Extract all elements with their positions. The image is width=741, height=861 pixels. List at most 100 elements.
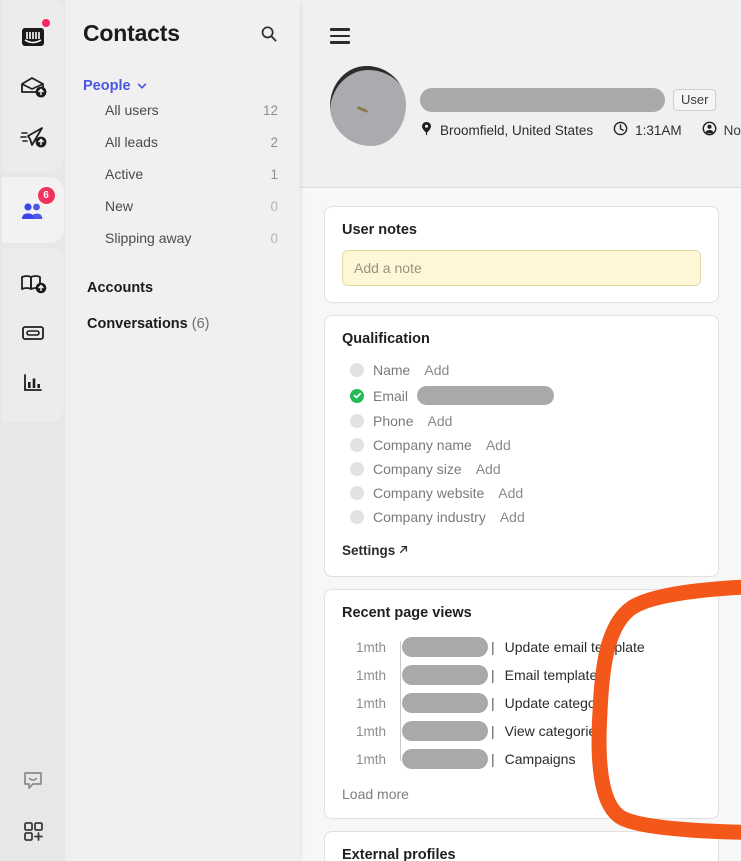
view-url-redacted bbox=[402, 749, 488, 769]
search-icon[interactable] bbox=[258, 23, 280, 45]
sidebar-item-label: Accounts bbox=[87, 280, 154, 296]
qualification-row-email: Email bbox=[342, 382, 701, 409]
qualification-row-company-website: Company website Add bbox=[342, 481, 701, 505]
sidebar-item-active[interactable]: Active 1 bbox=[83, 158, 282, 190]
add-link[interactable]: Add bbox=[476, 461, 501, 477]
load-more-button[interactable]: Load more bbox=[342, 786, 701, 802]
qualification-label: Company website bbox=[373, 485, 485, 501]
view-timestamp: 1mth bbox=[356, 695, 387, 711]
recent-page-views-card: Recent page views 1mth | Update email te… bbox=[324, 589, 719, 819]
view-page-name[interactable]: Update email template bbox=[505, 639, 645, 655]
sidebar-item-label: Slipping away bbox=[105, 230, 192, 246]
page-views-list: 1mth | Update email template 1mth | Emai… bbox=[342, 633, 701, 773]
view-page-name[interactable]: Email templates bbox=[505, 667, 605, 683]
main-content: User Broomfield, United States 1:31AM No… bbox=[300, 0, 741, 861]
qualification-label: Email bbox=[373, 387, 409, 404]
sidebar-item-count: 1 bbox=[270, 166, 278, 182]
view-url-redacted bbox=[402, 721, 488, 741]
contacts-badge: 6 bbox=[37, 187, 55, 204]
profile-details: User Broomfield, United States 1:31AM No bbox=[420, 66, 741, 139]
sidebar-item-apps[interactable] bbox=[9, 805, 57, 855]
add-link[interactable]: Add bbox=[427, 413, 452, 429]
qualification-label: Name bbox=[373, 362, 411, 378]
view-page-name[interactable]: Update category bbox=[505, 695, 608, 711]
qualification-row-company-name: Company name Add bbox=[342, 433, 701, 457]
view-page-name[interactable]: View categories bbox=[505, 723, 604, 739]
sidebar-item-label: Conversations bbox=[87, 316, 188, 332]
status-circle-icon bbox=[350, 363, 364, 377]
view-url-redacted bbox=[402, 693, 488, 713]
status-circle-icon bbox=[350, 462, 364, 476]
banner-card-icon bbox=[21, 326, 44, 340]
globe-user-icon bbox=[702, 121, 717, 139]
add-link[interactable]: Add bbox=[500, 509, 525, 525]
list-item[interactable]: 1mth | Update category bbox=[342, 689, 701, 717]
sidebar-item-knowledge-base[interactable] bbox=[9, 258, 57, 308]
contacts-panel: Contacts People All users 12 All leads 2… bbox=[65, 0, 300, 861]
book-add-icon bbox=[20, 275, 46, 294]
contact-name-redacted bbox=[420, 88, 665, 112]
sidebar-item-count: 2 bbox=[270, 134, 278, 150]
view-separator: | bbox=[491, 751, 495, 767]
panel-header: Contacts bbox=[83, 0, 282, 47]
view-timestamp: 1mth bbox=[356, 639, 387, 655]
view-separator: | bbox=[491, 667, 495, 683]
profile-name-row: User bbox=[420, 88, 741, 112]
external-profiles-card: External profiles bbox=[324, 831, 719, 861]
sidebar-item-slipping-away[interactable]: Slipping away 0 bbox=[83, 222, 282, 254]
sidebar-item-reports[interactable] bbox=[9, 358, 57, 408]
hamburger-menu-icon[interactable] bbox=[330, 28, 352, 44]
app-root: 6 Contacts People All users 12 All leads… bbox=[0, 0, 741, 861]
card-title: External profiles bbox=[342, 847, 456, 861]
apps-grid-add-icon bbox=[23, 822, 43, 841]
sidebar-item-all-users[interactable]: All users 12 bbox=[83, 94, 282, 126]
bar-chart-icon bbox=[23, 374, 42, 391]
contact-location: Broomfield, United States bbox=[440, 122, 594, 138]
view-timestamp: 1mth bbox=[356, 751, 387, 767]
list-item[interactable]: 1mth | Email templates bbox=[342, 661, 701, 689]
sidebar-item-label: All users bbox=[105, 102, 159, 118]
add-link[interactable]: Add bbox=[498, 485, 523, 501]
check-circle-icon bbox=[350, 388, 364, 403]
sidebar-item-inbox-logo[interactable] bbox=[9, 12, 57, 62]
qualification-row-phone: Phone Add bbox=[342, 409, 701, 433]
settings-link[interactable]: Settings bbox=[342, 543, 409, 558]
sidebar-item-accounts[interactable]: Accounts bbox=[83, 270, 282, 306]
add-link[interactable]: Add bbox=[424, 362, 449, 378]
note-input[interactable] bbox=[342, 250, 701, 286]
sidebar-item-label: New bbox=[105, 198, 134, 214]
rail-group-contacts: 6 bbox=[1, 177, 64, 243]
view-page-name[interactable]: Campaigns bbox=[505, 751, 576, 767]
sidebar-item-new[interactable]: New 0 bbox=[83, 190, 282, 222]
qualification-row-company-industry: Company industry Add bbox=[342, 505, 701, 529]
sidebar-item-contacts[interactable]: 6 bbox=[9, 185, 57, 235]
list-item[interactable]: 1mth | View categories bbox=[342, 717, 701, 745]
sidebar-item-banners[interactable] bbox=[9, 308, 57, 358]
status-circle-icon bbox=[350, 486, 364, 500]
sidebar-group-people[interactable]: People bbox=[83, 78, 282, 94]
settings-label: Settings bbox=[342, 543, 396, 558]
sidebar-item-messenger[interactable] bbox=[9, 755, 57, 805]
list-item[interactable]: 1mth | Update email template bbox=[342, 633, 701, 661]
add-link[interactable]: Add bbox=[486, 437, 511, 453]
sidebar-nav-list: All users 12 All leads 2 Active 1 New 0 … bbox=[83, 94, 282, 254]
view-timestamp: 1mth bbox=[356, 723, 387, 739]
view-url-redacted bbox=[402, 637, 488, 657]
location-pin-icon bbox=[420, 121, 433, 139]
sidebar-item-all-leads[interactable]: All leads 2 bbox=[83, 126, 282, 158]
sidebar-item-campaign-send[interactable] bbox=[9, 112, 57, 162]
contact-extra-truncated: No c bbox=[723, 122, 741, 138]
qualification-label: Company name bbox=[373, 437, 472, 453]
sidebar-item-mailbox-add[interactable] bbox=[9, 62, 57, 112]
card-title: Qualification bbox=[342, 331, 430, 347]
list-item[interactable]: 1mth | Campaigns bbox=[342, 745, 701, 773]
icon-rail: 6 bbox=[0, 0, 65, 861]
view-separator: | bbox=[491, 695, 495, 711]
rail-group-primary bbox=[1, 0, 64, 172]
qualification-label: Phone bbox=[373, 413, 414, 429]
page-title: Contacts bbox=[83, 20, 180, 46]
user-notes-card: User notes bbox=[324, 206, 719, 303]
sidebar-item-count: 12 bbox=[262, 102, 278, 118]
sidebar-item-conversations[interactable]: Conversations (6) bbox=[83, 306, 282, 342]
rail-group-secondary bbox=[1, 248, 64, 422]
